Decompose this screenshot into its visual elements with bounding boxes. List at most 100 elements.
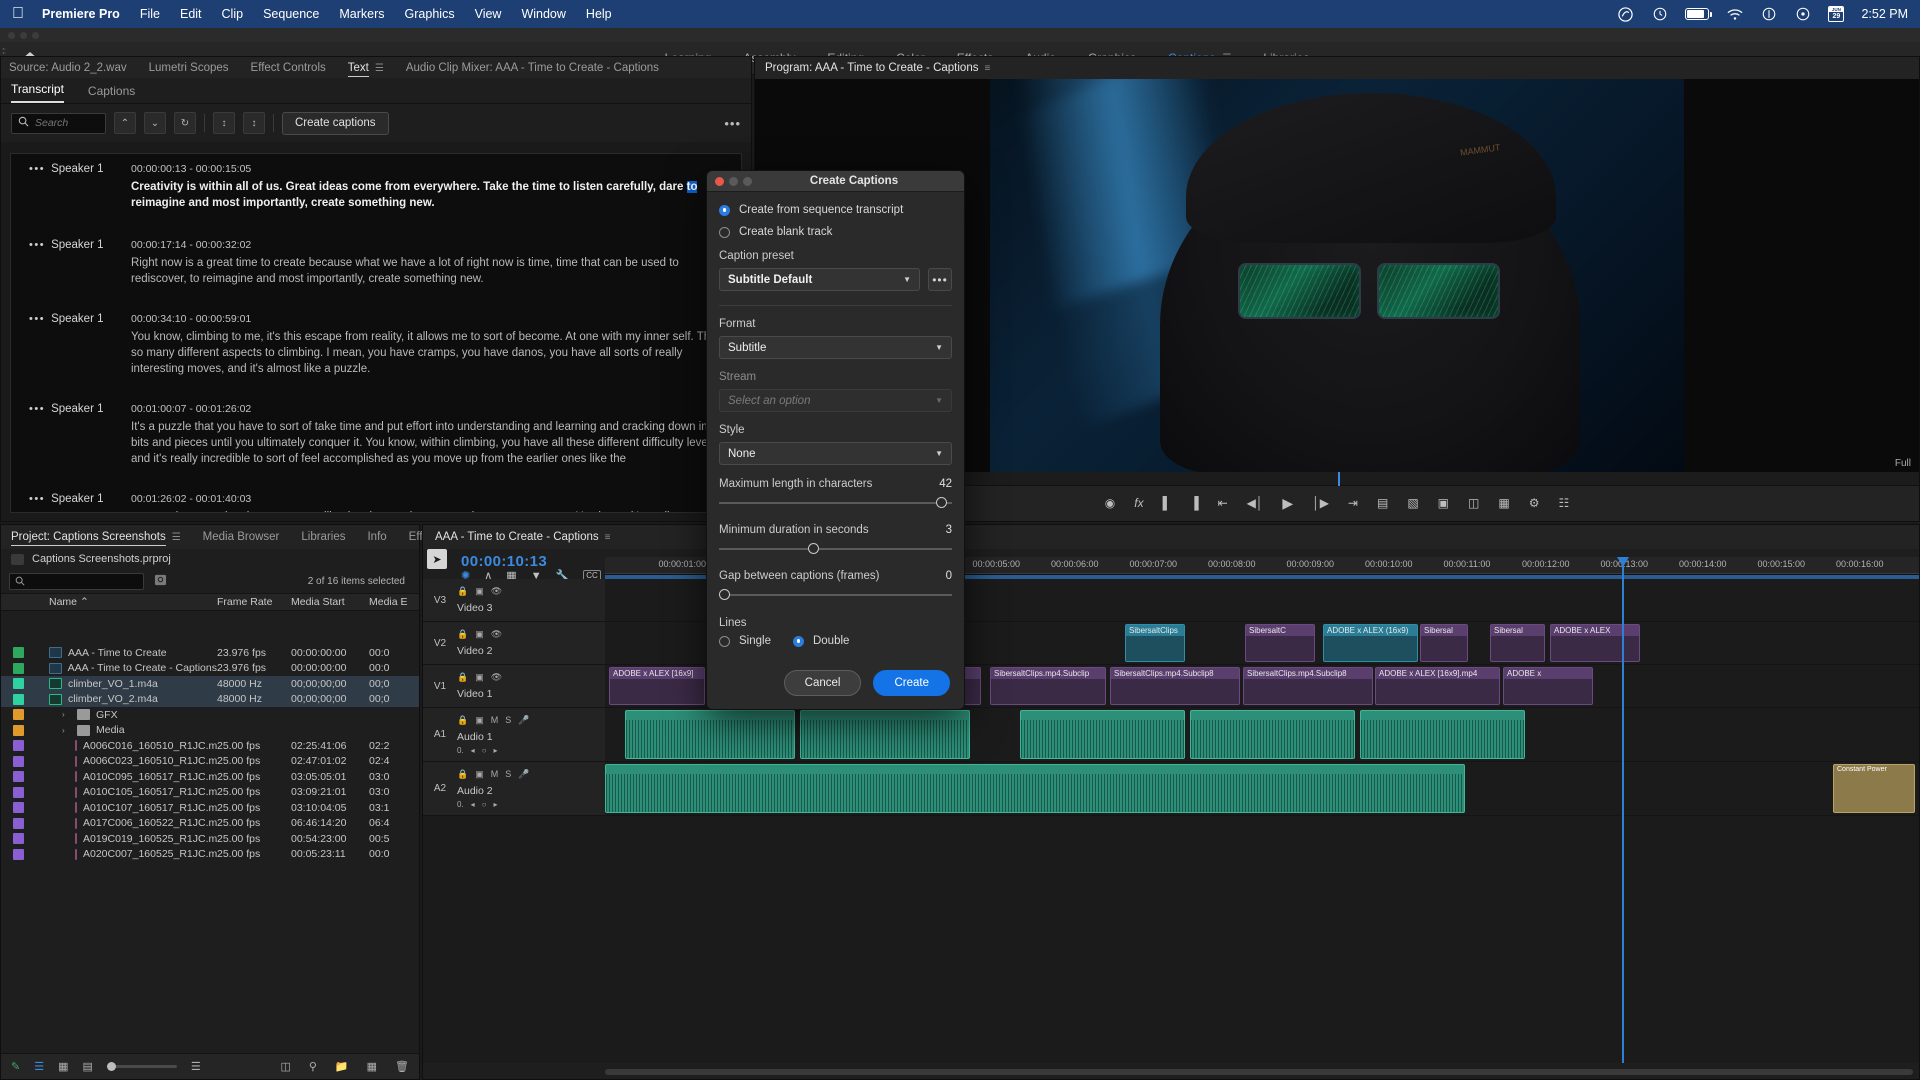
column-name[interactable]: Name ⌃ <box>35 596 217 608</box>
transcript-speaker[interactable]: ••• Speaker 1 <box>11 163 131 211</box>
hamburger-icon[interactable]: ☰ <box>172 532 181 543</box>
project-search-input[interactable] <box>9 572 144 590</box>
radio-button-off-icon[interactable] <box>719 635 730 647</box>
tab-program-monitor[interactable]: Program: AAA - Time to Create - Captions… <box>765 62 1004 74</box>
target-track-icon[interactable]: ▣ <box>475 629 484 640</box>
transcript-more-icon[interactable]: ••• <box>724 116 741 131</box>
solo-track-icon[interactable]: S <box>505 769 511 779</box>
create-captions-button[interactable]: Create captions <box>282 111 389 135</box>
timeline-clip[interactable] <box>1020 710 1185 759</box>
timeline-clip[interactable]: SibersaltClips <box>1125 624 1185 662</box>
apple-logo-icon[interactable]:  <box>12 6 24 22</box>
mark-out-icon[interactable]: ▐ <box>1190 496 1199 510</box>
track-header-a2[interactable]: A2 🔒 ▣ M S 🎤 Audio 2 0. ◂ ○ ▸ <box>423 762 605 816</box>
timeline-clip[interactable]: ADOBE x ALEX (16x9) <box>1323 624 1418 662</box>
tab-source-audio[interactable]: Source: Audio 2_2.wav <box>9 62 141 74</box>
step-back-icon[interactable]: ◀│ <box>1247 496 1264 510</box>
item-name-cell[interactable]: AAA - Time to Create <box>35 647 217 659</box>
new-bin-folder-icon[interactable]: 📁 <box>335 1060 349 1073</box>
menu-sequence[interactable]: Sequence <box>263 7 319 21</box>
sort-icon[interactable]: ☰ <box>191 1060 201 1073</box>
track-header-v1[interactable]: V1 🔒 ▣ 👁 Video 1 <box>423 665 605 708</box>
project-item-row[interactable]: A010C105_160517_R1JC.mov 25.00 fps 03:09:2… <box>1 785 419 801</box>
track-lane-a1[interactable] <box>605 708 1919 762</box>
tab-media-browser[interactable]: Media Browser <box>203 531 294 543</box>
new-item-icon[interactable]: ✎ <box>11 1060 20 1073</box>
tab-timeline-sequence[interactable]: AAA - Time to Create - Captions ≡ <box>435 531 624 543</box>
control-center-icon[interactable] <box>1760 6 1777 23</box>
timeline-clip[interactable]: ADOBE x ALEX [16x9] <box>609 667 705 705</box>
mute-track-icon[interactable]: M <box>491 715 499 725</box>
timeline-clip[interactable] <box>1360 710 1525 759</box>
lock-track-icon[interactable]: 🔒 <box>457 672 468 683</box>
timeline-clip[interactable] <box>800 710 970 759</box>
dialog-minimize-button[interactable] <box>729 176 738 186</box>
item-name-cell[interactable]: A010C095_160517_R1JC.mov <box>35 771 217 783</box>
spotlight-icon[interactable] <box>1794 6 1811 23</box>
sort-ascending-icon[interactable]: ⌃ <box>80 596 89 608</box>
tab-text[interactable]: Text ☰ <box>347 61 398 77</box>
play-icon[interactable]: ▶ <box>1282 495 1293 512</box>
menu-app-name[interactable]: Premiere Pro <box>42 7 120 21</box>
transcript-block[interactable]: ••• Speaker 1 00:01:00:07 - 00:01:26:02 I… <box>11 377 741 467</box>
transcript-flagged-word[interactable]: the <box>345 511 361 512</box>
menu-help[interactable]: Help <box>586 7 612 21</box>
item-name-cell[interactable]: AAA - Time to Create - Captions <box>35 662 217 674</box>
voice-over-icon[interactable]: 🎤 <box>518 715 529 726</box>
slider-max-length-track[interactable] <box>719 495 952 511</box>
timeline-clip[interactable]: Sibersal <box>1490 624 1545 662</box>
tab-libraries[interactable]: Libraries <box>301 531 359 543</box>
disclosure-triangle-icon[interactable]: › <box>62 726 71 735</box>
item-name-cell[interactable]: A017C006_160522_R1JC.mov <box>35 817 217 829</box>
transcript-search-input[interactable] <box>35 117 97 129</box>
project-item-row[interactable]: A006C016_160510_R1JC.mov 25.00 fps 02:25:4… <box>1 738 419 754</box>
solo-track-icon[interactable]: S <box>505 715 511 725</box>
transcript-speaker[interactable]: ••• Speaker 1 <box>11 239 131 287</box>
target-track-icon[interactable]: ▣ <box>475 672 484 683</box>
tab-audio-clip-mixer[interactable]: Audio Clip Mixer: AAA - Time to Create -… <box>406 62 673 74</box>
menu-edit[interactable]: Edit <box>180 7 202 21</box>
find-icon[interactable] <box>154 574 167 589</box>
program-playhead[interactable] <box>1338 472 1340 486</box>
lift-icon[interactable]: ▤ <box>1377 496 1388 510</box>
comparison-view-icon[interactable]: ◫ <box>1468 496 1479 510</box>
speaker-menu-icon[interactable]: ••• <box>29 239 45 251</box>
export-frame-camera-icon[interactable]: ▣ <box>1438 496 1449 510</box>
fx-icon[interactable]: fx <box>1134 496 1143 510</box>
transcript-text[interactable]: You know, climbing to me, it's this esca… <box>131 329 741 377</box>
item-name-cell[interactable]: A006C016_160510_R1JC.mov <box>35 740 217 752</box>
cancel-button[interactable]: Cancel <box>783 670 862 696</box>
step-forward-icon[interactable]: │▶ <box>1312 496 1329 510</box>
transcript-text[interactable]: Creativity is within all of us. Great id… <box>131 179 741 211</box>
timeline-clip[interactable] <box>1190 710 1355 759</box>
item-name-cell[interactable]: climber_VO_1.m4a <box>35 678 217 690</box>
item-name-cell[interactable]: A010C105_160517_R1JC.mov <box>35 786 217 798</box>
timeline-clip[interactable]: SibersaltClips.mp4.Subclip8 <box>1110 667 1240 705</box>
timeline-clip[interactable]: ADOBE x <box>1503 667 1593 705</box>
dialog-zoom-button[interactable] <box>743 176 752 186</box>
project-item-row[interactable]: A010C095_160517_R1JC.mov 25.00 fps 03:05:0… <box>1 769 419 785</box>
pan-center-icon[interactable]: ○ <box>482 800 487 809</box>
timeline-clip[interactable] <box>625 710 795 759</box>
menu-graphics[interactable]: Graphics <box>405 7 455 21</box>
pan-left-icon[interactable]: ◂ <box>471 746 475 755</box>
transcript-list[interactable]: ••• Speaker 1 00:00:00:13 - 00:00:15:05 C… <box>10 153 742 513</box>
timeline-clip[interactable]: SibersaltClips.mp4.Subclip8 <box>1243 667 1373 705</box>
subtab-transcript[interactable]: Transcript <box>11 82 64 103</box>
window-minimize-button[interactable] <box>20 31 27 39</box>
disclosure-triangle-icon[interactable]: › <box>62 710 71 719</box>
pan-left-icon[interactable]: ◂ <box>471 800 475 809</box>
battery-icon[interactable] <box>1685 8 1713 20</box>
volume-icon[interactable]: 0. <box>457 800 464 809</box>
item-name-cell[interactable]: A006C023_160510_R1JC.mov <box>35 755 217 767</box>
timeline-clip[interactable] <box>605 764 1465 813</box>
lock-track-icon[interactable]: 🔒 <box>457 629 468 640</box>
radio-lines-double[interactable]: Double <box>792 635 849 647</box>
safe-margins-icon[interactable]: ▦ <box>1498 496 1509 510</box>
column-media-start[interactable]: Media Start <box>291 596 369 608</box>
timeline-tracks[interactable]: V3 🔒 ▣ 👁 Video 3 V2 🔒 ▣ 👁 Video 2 SibersaltClips Si… <box>423 579 1919 1063</box>
column-frame-rate[interactable]: Frame Rate <box>217 596 291 608</box>
transcript-block[interactable]: ••• Speaker 1 00:00:17:14 - 00:00:32:02 R… <box>11 211 741 287</box>
target-track-icon[interactable]: ▣ <box>475 715 484 726</box>
refresh-transcript-button[interactable]: ↻ <box>174 112 196 134</box>
